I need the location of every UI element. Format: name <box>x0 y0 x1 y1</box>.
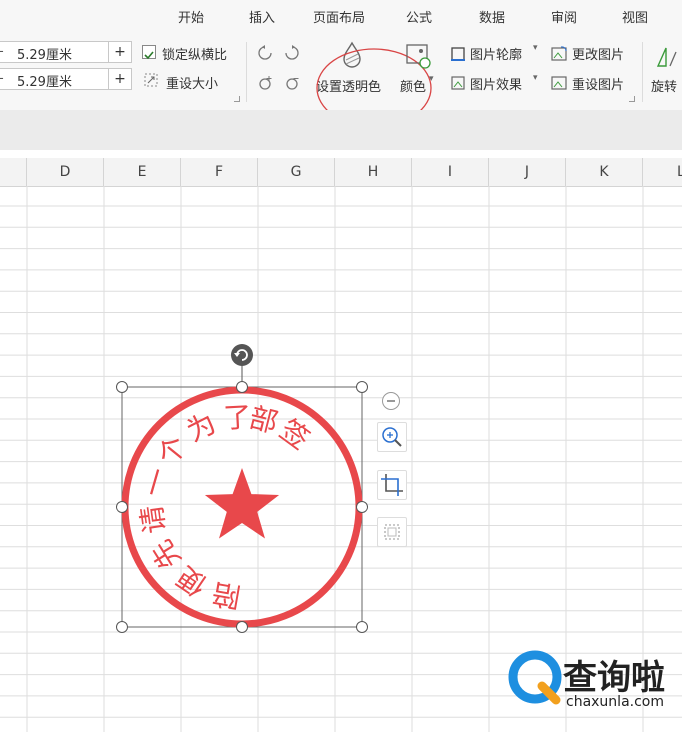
effects-dropdown-icon[interactable]: ▾ <box>533 73 538 83</box>
column-header-i[interactable]: I <box>412 158 489 186</box>
ribbon-tab-bar: 开始 插入 页面布局 公式 数据 审阅 视图 <box>0 0 682 32</box>
column-header-d[interactable]: D <box>27 158 104 186</box>
color-button[interactable]: 颜色 <box>400 76 426 95</box>
ribbon-separator <box>246 42 247 102</box>
picture-outline-button[interactable]: 图片轮廓 <box>470 44 522 63</box>
stamp-character: 便 <box>171 560 213 603</box>
collapse-toolbar-icon[interactable] <box>381 391 401 411</box>
resize-handle-top[interactable] <box>236 381 248 393</box>
change-picture-icon <box>551 46 567 61</box>
tab-page-layout[interactable]: 页面布局 <box>313 7 365 26</box>
watermark-logo-text: 查询啦 <box>563 658 665 698</box>
rotate-handle[interactable] <box>231 344 253 366</box>
picture-dialog-launcher[interactable] <box>629 96 635 102</box>
picture-effects-button[interactable]: 图片效果 <box>470 74 522 93</box>
rotate-right-icon[interactable] <box>283 44 301 62</box>
tab-insert[interactable]: 插入 <box>249 7 275 26</box>
height-decrement[interactable]: - <box>0 44 4 59</box>
color-dropdown-icon[interactable]: ▾ <box>429 74 434 84</box>
lock-aspect-label: 锁定纵横比 <box>162 48 228 63</box>
resize-handle-bottom[interactable] <box>236 621 248 633</box>
stamp-character: 个 <box>151 429 194 472</box>
resize-handle-left[interactable] <box>116 501 128 513</box>
rotate-decrease-icon[interactable] <box>283 74 301 92</box>
column-header-row: D E F G H I J K L <box>0 158 682 187</box>
check-icon <box>144 51 154 60</box>
tab-view[interactable]: 视图 <box>622 7 648 26</box>
chaxunla-logo-icon <box>508 650 562 705</box>
rotate-left-icon[interactable] <box>256 44 274 62</box>
picture-layout-button[interactable] <box>377 517 407 547</box>
reset-size-icon <box>144 73 158 87</box>
resize-handle-top-left[interactable] <box>116 381 128 393</box>
tab-formulas[interactable]: 公式 <box>406 7 432 26</box>
zoom-in-icon <box>382 427 402 447</box>
column-header-f[interactable]: F <box>181 158 258 186</box>
picture-tools-ribbon: - 5.29厘米 + - 5.29厘米 + 锁定纵横比 重设大小 设置透明色 颜… <box>0 32 682 128</box>
change-picture-button[interactable]: 更改图片 <box>572 44 624 63</box>
column-header-e[interactable]: E <box>104 158 181 186</box>
reset-size-button[interactable]: 重设大小 <box>166 73 218 92</box>
rotate-button[interactable]: 旋转 <box>651 76 677 95</box>
size-dialog-launcher[interactable] <box>234 96 240 102</box>
crop-icon <box>381 474 403 496</box>
column-header-k[interactable]: K <box>566 158 643 186</box>
rotate-icon[interactable] <box>654 42 682 70</box>
resize-handle-bottom-right[interactable] <box>356 621 368 633</box>
stamp-character: 先 <box>145 534 188 575</box>
layout-icon <box>384 524 400 540</box>
width-field[interactable]: - 5.29厘米 <box>0 68 110 90</box>
tab-home[interactable]: 开始 <box>178 7 204 26</box>
stamp-character: 请 <box>135 503 172 535</box>
picture-color-icon[interactable] <box>404 42 432 70</box>
watermark-url: chaxunla.com <box>566 694 664 710</box>
zoom-picture-button[interactable] <box>377 422 407 452</box>
height-field[interactable]: - 5.29厘米 <box>0 41 110 63</box>
stamp-character: 一 <box>136 464 175 500</box>
height-value: 5.29厘米 <box>17 48 72 63</box>
picture-effects-icon <box>451 76 465 90</box>
reset-picture-icon <box>551 76 567 90</box>
resize-handle-bottom-left[interactable] <box>116 621 128 633</box>
picture-outline-icon <box>451 47 465 61</box>
column-header-g[interactable]: G <box>258 158 335 186</box>
tab-data[interactable]: 数据 <box>479 7 505 26</box>
width-value: 5.29厘米 <box>17 75 72 90</box>
tab-review[interactable]: 审阅 <box>551 7 577 26</box>
width-decrement[interactable]: - <box>0 71 4 86</box>
resize-handle-right[interactable] <box>356 501 368 513</box>
reset-picture-button[interactable]: 重设图片 <box>572 74 624 93</box>
stamp-character: 部 <box>246 401 281 440</box>
width-increment-button[interactable]: + <box>108 68 132 90</box>
stamp-star <box>204 468 280 539</box>
stamp-character: 签 <box>274 413 316 456</box>
crop-picture-button[interactable] <box>377 470 407 500</box>
stamp-character: 陪 <box>210 576 243 613</box>
column-header-blank <box>0 158 27 186</box>
lock-aspect-checkbox[interactable] <box>142 45 156 60</box>
height-increment-button[interactable]: + <box>108 41 132 63</box>
outline-dropdown-icon[interactable]: ▾ <box>533 43 538 53</box>
stamp-character: 为 <box>181 406 221 448</box>
resize-handle-top-right[interactable] <box>356 381 368 393</box>
column-header-j[interactable]: J <box>489 158 566 186</box>
rotate-increase-icon[interactable] <box>256 74 274 92</box>
formula-bar-area <box>0 110 682 150</box>
ribbon-separator <box>642 42 643 102</box>
column-header-h[interactable]: H <box>335 158 412 186</box>
column-header-l[interactable]: L <box>643 158 682 186</box>
